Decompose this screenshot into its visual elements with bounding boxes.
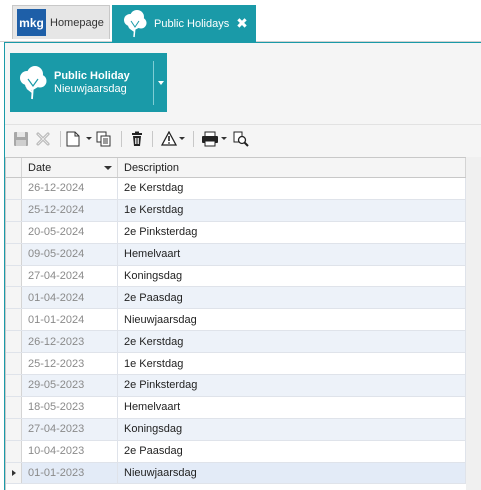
tab-bar: mkg Homepage Public Holidays ✖: [0, 0, 481, 42]
close-icon[interactable]: ✖: [235, 16, 249, 30]
row-selector[interactable]: [6, 440, 22, 462]
row-selector[interactable]: [6, 309, 22, 331]
cell-description[interactable]: Hemelvaart: [118, 396, 466, 418]
row-selector[interactable]: [6, 462, 22, 484]
tab-public-holidays[interactable]: Public Holidays ✖: [112, 5, 256, 42]
column-header-date[interactable]: Date: [22, 158, 118, 177]
table-row[interactable]: 01-01-2024 Nieuwjaarsdag: [6, 309, 466, 332]
cell-description[interactable]: Nieuwjaarsdag: [118, 309, 466, 331]
chevron-down-icon: [221, 137, 227, 140]
row-selector[interactable]: [6, 331, 22, 353]
sort-descending-icon: [104, 166, 112, 170]
grid-header: Date Description: [6, 158, 466, 178]
table-row[interactable]: 27-04-2024 Koningsdag: [6, 265, 466, 288]
cell-date[interactable]: 01-01-2024: [22, 309, 118, 331]
cell-date[interactable]: 26-12-2023: [22, 331, 118, 353]
row-selector[interactable]: [6, 221, 22, 243]
table-row[interactable]: 01-01-2023 Nieuwjaarsdag: [6, 462, 466, 485]
delete-icon[interactable]: [127, 128, 147, 150]
new-document-icon[interactable]: [66, 128, 92, 150]
table-row[interactable]: 27-04-2023 Koningsdag: [6, 418, 466, 441]
row-selector[interactable]: [6, 287, 22, 309]
cell-description[interactable]: 1e Kerstdag: [118, 353, 466, 375]
toolbar-separator: [121, 130, 122, 147]
cell-description[interactable]: 2e Pinksterdag: [118, 221, 466, 243]
cell-description[interactable]: Nieuwjaarsdag: [118, 462, 466, 484]
holidays-grid: Date Description 26-12-2024 2e Kerstdag 25…: [5, 157, 466, 490]
cell-description[interactable]: Hemelvaart: [118, 243, 466, 265]
table-row[interactable]: 29-05-2023 2e Pinksterdag: [6, 375, 466, 397]
mkg-logo: mkg: [17, 9, 46, 36]
save-icon[interactable]: [11, 128, 31, 150]
record-title: Public Holiday: [54, 69, 130, 82]
cell-description[interactable]: 2e Kerstdag: [118, 331, 466, 353]
cell-description[interactable]: 1e Kerstdag: [118, 199, 466, 221]
discard-icon[interactable]: [31, 128, 55, 150]
cell-date[interactable]: 01-04-2024: [22, 287, 118, 309]
record-header: Public Holiday Nieuwjaarsdag: [10, 53, 167, 112]
toolbar-separator: [60, 130, 61, 147]
grid-scroll-area: [466, 157, 481, 490]
table-row[interactable]: 18-05-2023 Hemelvaart: [6, 396, 466, 419]
cell-date[interactable]: 27-04-2023: [22, 418, 118, 440]
row-selector[interactable]: [6, 375, 22, 396]
tab-homepage-label: Homepage: [50, 16, 104, 29]
tree-icon: [120, 8, 150, 40]
cell-date[interactable]: 29-05-2023: [22, 375, 118, 396]
row-selector[interactable]: [6, 418, 22, 440]
toolbar-separator: [193, 130, 194, 147]
cell-date[interactable]: 09-05-2024: [22, 243, 118, 265]
row-selector[interactable]: [6, 396, 22, 418]
table-row[interactable]: 25-12-2024 1e Kerstdag: [6, 199, 466, 222]
cell-date[interactable]: 27-04-2024: [22, 265, 118, 287]
current-row-icon: [11, 470, 16, 477]
preview-icon[interactable]: [229, 128, 253, 150]
print-icon[interactable]: [199, 128, 229, 150]
row-selector[interactable]: [6, 353, 22, 375]
cell-date[interactable]: 01-01-2023: [22, 462, 118, 484]
cell-description[interactable]: 2e Pinksterdag: [118, 375, 466, 396]
column-header-description-label: Description: [124, 161, 180, 174]
table-row[interactable]: 26-12-2024 2e Kerstdag: [6, 178, 466, 200]
cell-date[interactable]: 25-12-2024: [22, 199, 118, 221]
column-header-description[interactable]: Description: [118, 158, 466, 177]
record-text: Public Holiday Nieuwjaarsdag: [54, 70, 142, 96]
cell-date[interactable]: 25-12-2023: [22, 353, 118, 375]
cell-description[interactable]: 2e Kerstdag: [118, 178, 466, 199]
chevron-down-icon: [179, 137, 185, 140]
grid-body: 26-12-2024 2e Kerstdag 25-12-2024 1e Kerstd…: [6, 178, 466, 485]
tree-icon: [16, 63, 50, 103]
tab-homepage[interactable]: mkg Homepage: [12, 5, 110, 39]
toolbar-separator: [152, 130, 153, 147]
cell-description[interactable]: Koningsdag: [118, 418, 466, 440]
record-subtitle: Nieuwjaarsdag: [54, 82, 127, 95]
grid-header-gutter: [6, 158, 22, 177]
cell-description[interactable]: Koningsdag: [118, 265, 466, 287]
warning-icon[interactable]: [158, 128, 188, 150]
record-dropdown-button[interactable]: [154, 53, 167, 112]
cell-description[interactable]: 2e Paasdag: [118, 440, 466, 462]
table-row[interactable]: 01-04-2024 2e Paasdag: [6, 287, 466, 310]
cell-date[interactable]: 10-04-2023: [22, 440, 118, 462]
cell-date[interactable]: 20-05-2024: [22, 221, 118, 243]
row-selector[interactable]: [6, 243, 22, 265]
tab-public-holidays-label: Public Holidays: [154, 17, 230, 30]
copy-icon[interactable]: [92, 128, 116, 150]
cell-date[interactable]: 26-12-2024: [22, 178, 118, 199]
row-selector[interactable]: [6, 265, 22, 287]
cell-date[interactable]: 18-05-2023: [22, 396, 118, 418]
table-row[interactable]: 10-04-2023 2e Paasdag: [6, 440, 466, 463]
chevron-down-icon: [157, 80, 164, 85]
row-selector[interactable]: [6, 199, 22, 221]
table-row[interactable]: 09-05-2024 Hemelvaart: [6, 243, 466, 266]
cell-description[interactable]: 2e Paasdag: [118, 287, 466, 309]
column-header-date-label: Date: [28, 161, 52, 174]
table-row[interactable]: 25-12-2023 1e Kerstdag: [6, 353, 466, 376]
table-row[interactable]: 26-12-2023 2e Kerstdag: [6, 331, 466, 354]
row-selector[interactable]: [6, 178, 22, 199]
toolbar: [5, 124, 481, 152]
table-row[interactable]: 20-05-2024 2e Pinksterdag: [6, 221, 466, 244]
